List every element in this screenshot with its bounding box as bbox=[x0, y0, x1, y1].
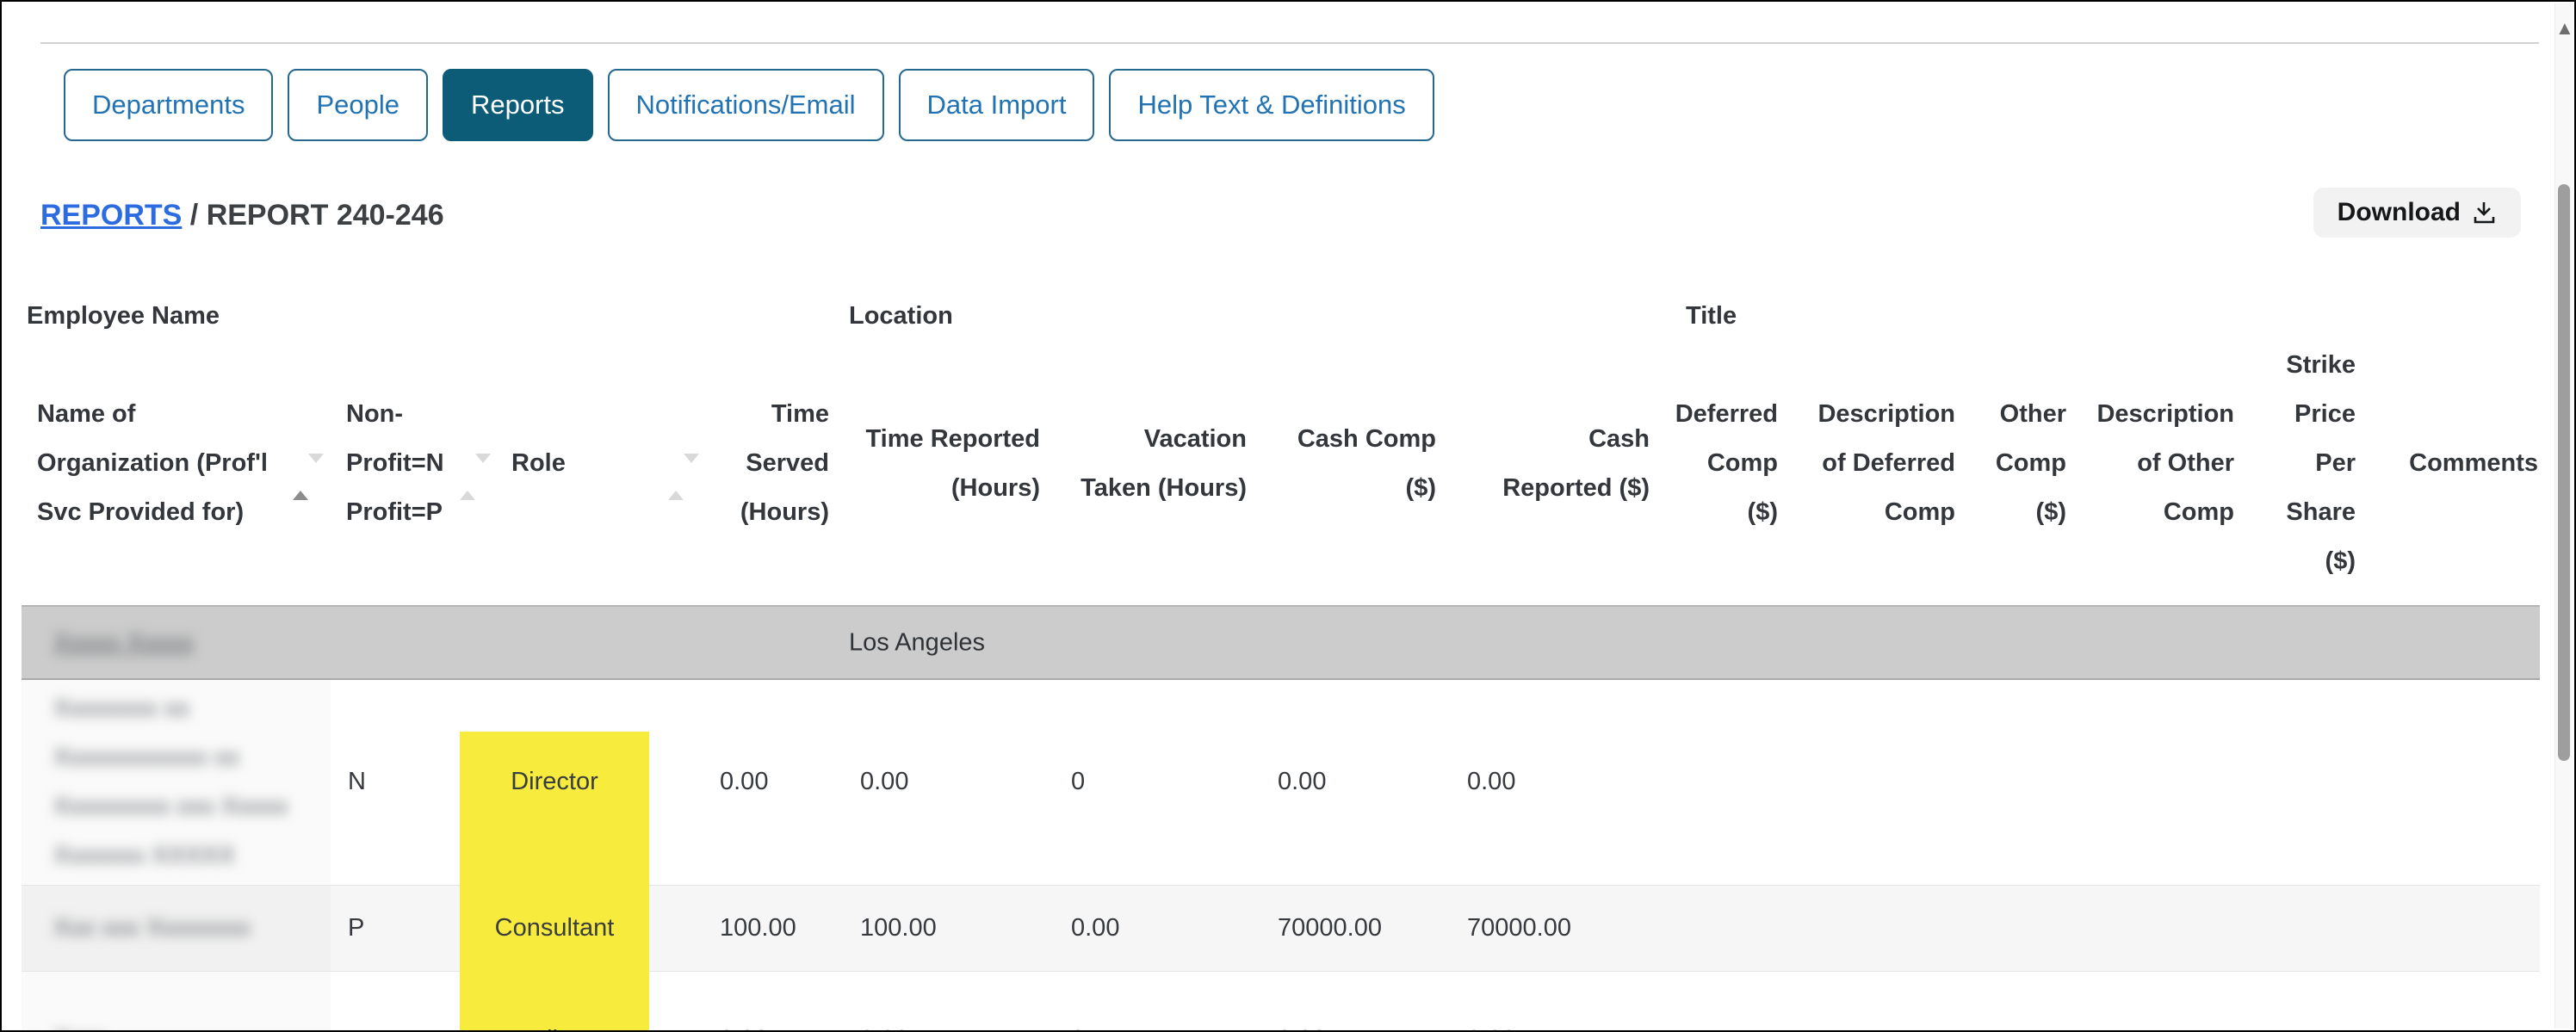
tab-reports[interactable]: Reports bbox=[443, 69, 593, 141]
column-header-time-reported[interactable]: Time Reported (Hours) bbox=[831, 322, 1042, 606]
column-header-desc-deferred-comp[interactable]: Description of Deferred Comp bbox=[1780, 322, 1957, 606]
cell-time-served: 0.00 bbox=[690, 971, 831, 1032]
redacted-line: Xxxxxxxxx xxx Xxxxx bbox=[53, 782, 331, 831]
cell-organization-redacted: Xxxx bbox=[22, 971, 331, 1032]
tab-departments[interactable]: Departments bbox=[64, 69, 273, 141]
cell-cash-comp: 70000.00 bbox=[1248, 885, 1438, 971]
sort-unsorted-icon bbox=[668, 453, 684, 475]
cell-vacation-taken: 0 bbox=[1042, 971, 1248, 1032]
tab-data-import[interactable]: Data Import bbox=[899, 69, 1095, 141]
cell-desc-deferred bbox=[1780, 885, 1957, 971]
column-header-role[interactable]: Role bbox=[460, 322, 690, 606]
cell-organization-redacted: Xxxxxxxx xx Xxxxxxxxxxxx xx Xxxxxxxxx xx… bbox=[22, 679, 331, 885]
breadcrumb: REPORTS / REPORT 240-246 bbox=[40, 195, 2521, 236]
report-table-wrap: Name of Organization (Prof'l Svc Provide… bbox=[22, 322, 2540, 1032]
cell-nonprofit: P bbox=[331, 885, 460, 971]
column-header-other-comp[interactable]: Other Comp ($) bbox=[1957, 322, 2068, 606]
vertical-scrollbar[interactable]: ▲ bbox=[2554, 3, 2573, 1029]
role-value: Consultant bbox=[460, 914, 649, 942]
sort-asc-icon bbox=[293, 453, 308, 475]
table-row: Xxx xxx Xxxxxxxx P Consultant 100.00 100… bbox=[22, 885, 2540, 971]
redacted-line: Xxxxxxxxxxxx xx bbox=[53, 733, 331, 782]
breadcrumb-row: REPORTS / REPORT 240-246 Download bbox=[40, 195, 2521, 246]
column-header-cash-reported[interactable]: Cash Reported ($) bbox=[1438, 322, 1651, 606]
table-row: Xxxxxxxx xx Xxxxxxxxxxxx xx Xxxxxxxxx xx… bbox=[22, 679, 2540, 885]
page-title: REPORT 240-246 bbox=[207, 199, 444, 232]
role-value: Director bbox=[460, 768, 649, 796]
column-header-organization[interactable]: Name of Organization (Prof'l Svc Provide… bbox=[22, 322, 331, 606]
cell-desc-deferred bbox=[1780, 971, 1957, 1032]
cell-comments bbox=[2357, 971, 2540, 1032]
employee-location: Los Angeles bbox=[849, 628, 985, 657]
column-header-comments[interactable]: Comments bbox=[2357, 322, 2540, 606]
table-row: Xxxx N Editor 0.00 0.00 0 0.00 0.00 bbox=[22, 971, 2540, 1032]
cell-comments bbox=[2357, 885, 2540, 971]
column-header-strike-price[interactable]: Strike Price Per Share ($) bbox=[2236, 322, 2357, 606]
cell-organization-redacted: Xxx xxx Xxxxxxxx bbox=[22, 885, 331, 971]
column-header-nonprofit-label: Non- Profit=N Profit=P bbox=[346, 400, 444, 526]
column-header-row: Name of Organization (Prof'l Svc Provide… bbox=[22, 322, 2540, 606]
download-button-label: Download bbox=[2338, 198, 2461, 227]
column-header-vacation-taken[interactable]: Vacation Taken (Hours) bbox=[1042, 322, 1248, 606]
redacted-line: Xxx xxx Xxxxxxxx bbox=[53, 904, 331, 953]
column-header-desc-other-comp[interactable]: Description of Other Comp bbox=[2068, 322, 2236, 606]
cell-time-reported: 0.00 bbox=[831, 679, 1042, 885]
report-table: Name of Organization (Prof'l Svc Provide… bbox=[22, 322, 2540, 1032]
cell-time-reported: 0.00 bbox=[831, 971, 1042, 1032]
cell-desc-other bbox=[2068, 679, 2236, 885]
cell-desc-other bbox=[2068, 885, 2236, 971]
cell-cash-comp: 0.00 bbox=[1248, 971, 1438, 1032]
cell-deferred-comp bbox=[1651, 971, 1780, 1032]
tab-help-text-definitions[interactable]: Help Text & Definitions bbox=[1109, 69, 1434, 141]
redacted-line: Xxxx bbox=[53, 1016, 331, 1032]
tab-people[interactable]: People bbox=[288, 69, 428, 141]
scroll-up-arrow-icon[interactable]: ▲ bbox=[2555, 19, 2573, 38]
redacted-line: Xxxxxxx XXXXX bbox=[53, 831, 331, 881]
cell-nonprofit: N bbox=[331, 679, 460, 885]
cell-other-comp bbox=[1957, 885, 2068, 971]
cell-cash-reported: 70000.00 bbox=[1438, 885, 1651, 971]
column-header-time-served[interactable]: Time Served (Hours) bbox=[690, 322, 831, 606]
cell-cash-reported: 0.00 bbox=[1438, 679, 1651, 885]
cell-desc-other bbox=[2068, 971, 2236, 1032]
tab-notifications-email[interactable]: Notifications/Email bbox=[608, 69, 884, 141]
column-header-organization-label: Name of Organization (Prof'l Svc Provide… bbox=[37, 400, 268, 526]
top-divider bbox=[40, 42, 2539, 44]
cell-strike-price bbox=[2236, 971, 2357, 1032]
cell-other-comp bbox=[1957, 679, 2068, 885]
cell-strike-price bbox=[2236, 885, 2357, 971]
main-nav: Departments People Reports Notifications… bbox=[64, 69, 1434, 141]
column-header-deferred-comp[interactable]: Deferred Comp ($) bbox=[1651, 322, 1780, 606]
cell-deferred-comp bbox=[1651, 885, 1780, 971]
scrollbar-thumb[interactable] bbox=[2558, 184, 2570, 761]
breadcrumb-reports-link[interactable]: REPORTS bbox=[40, 199, 182, 232]
cell-strike-price bbox=[2236, 679, 2357, 885]
employee-group-row: Xxxxx Xxxxx Los Angeles bbox=[22, 606, 2540, 679]
download-button[interactable]: Download bbox=[2313, 188, 2521, 238]
column-header-nonprofit[interactable]: Non- Profit=N Profit=P bbox=[331, 322, 460, 606]
cell-time-served: 0.00 bbox=[690, 679, 831, 885]
column-header-cash-comp[interactable]: Cash Comp ($) bbox=[1248, 322, 1438, 606]
cell-nonprofit: N bbox=[331, 971, 460, 1032]
role-value: Editor bbox=[460, 1026, 649, 1032]
cell-cash-reported: 0.00 bbox=[1438, 971, 1651, 1032]
redacted-line: Xxxxxxxx xx bbox=[53, 684, 331, 733]
cell-time-served: 100.00 bbox=[690, 885, 831, 971]
cell-desc-deferred bbox=[1780, 679, 1957, 885]
cell-deferred-comp bbox=[1651, 679, 1780, 885]
cell-cash-comp: 0.00 bbox=[1248, 679, 1438, 885]
cell-time-reported: 100.00 bbox=[831, 885, 1042, 971]
employee-name-redacted: Xxxxx Xxxxx bbox=[53, 628, 194, 657]
app-window: Departments People Reports Notifications… bbox=[0, 0, 2576, 1032]
employee-group-cell: Xxxxx Xxxxx Los Angeles bbox=[22, 606, 2540, 679]
breadcrumb-separator: / bbox=[182, 199, 206, 232]
cell-other-comp bbox=[1957, 971, 2068, 1032]
cell-comments bbox=[2357, 679, 2540, 885]
cell-vacation-taken: 0 bbox=[1042, 679, 1248, 885]
download-icon bbox=[2471, 200, 2497, 226]
cell-vacation-taken: 0.00 bbox=[1042, 885, 1248, 971]
column-header-role-label: Role bbox=[511, 449, 566, 477]
